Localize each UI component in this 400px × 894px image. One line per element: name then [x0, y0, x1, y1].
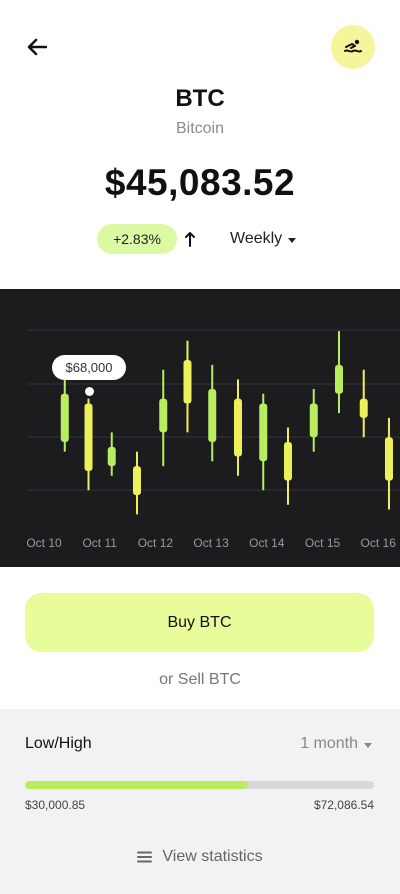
- chevron-down-icon: [364, 742, 372, 748]
- arrow-left-icon: [27, 38, 47, 56]
- candle-body: [132, 466, 141, 496]
- candle-body: [60, 393, 69, 443]
- x-tick-label: Oct 15: [305, 536, 341, 550]
- candlestick-chart: Oct 10 Oct 11 Oct 12 Oct 13 Oct 14 Oct 15 Oct …: [26, 329, 400, 550]
- candle-body: [283, 442, 292, 481]
- candle[interactable]: [233, 379, 242, 476]
- x-tick-label: Oct 12: [138, 536, 174, 550]
- candle[interactable]: [84, 398, 93, 491]
- arrow-up-icon: [182, 228, 198, 250]
- coin-name: Bitcoin: [175, 120, 225, 137]
- candle[interactable]: [359, 369, 368, 438]
- candle[interactable]: [183, 340, 192, 433]
- candle-body: [334, 364, 343, 394]
- price-change-badge: +2.83%: [97, 224, 177, 254]
- menu-lines-icon: [137, 851, 153, 863]
- x-tick-label: Oct 14: [249, 536, 285, 550]
- current-price: $45,083.52: [104, 162, 296, 203]
- period-dropdown[interactable]: Weekly: [230, 228, 297, 250]
- x-tick-label: Oct 10: [26, 536, 62, 550]
- buy-button[interactable]: Buy BTC: [25, 593, 374, 652]
- low-high-track: [25, 781, 374, 789]
- candle[interactable]: [132, 451, 141, 515]
- candle[interactable]: [60, 379, 69, 452]
- avatar[interactable]: [331, 25, 375, 69]
- candle-body: [259, 403, 268, 462]
- stats-panel: Low/High 1 month $30,000.85 $72,086.54 V…: [0, 709, 400, 894]
- x-tick-label: Oct 13: [193, 536, 229, 550]
- candle-body: [309, 403, 318, 438]
- chart-cursor-dot: [85, 387, 94, 396]
- back-button[interactable]: [22, 32, 52, 62]
- candle[interactable]: [208, 364, 217, 462]
- candle-body: [359, 398, 368, 418]
- swimmer-icon: [344, 39, 362, 53]
- period-label: Weekly: [230, 230, 283, 247]
- ticker-symbol: BTC: [175, 85, 225, 112]
- view-statistics-button[interactable]: View statistics: [0, 848, 400, 866]
- candle[interactable]: [384, 417, 393, 510]
- low-high-title: Low/High: [25, 735, 92, 752]
- candle[interactable]: [334, 331, 343, 414]
- candle[interactable]: [259, 393, 268, 491]
- candle-body: [183, 360, 192, 404]
- low-high-fill: [25, 781, 249, 789]
- candle[interactable]: [107, 432, 116, 476]
- x-tick-label: Oct 11: [82, 536, 117, 550]
- header: [0, 0, 400, 90]
- x-tick-label: Oct 16: [361, 536, 397, 550]
- candle[interactable]: [283, 427, 292, 505]
- chart-tooltip: $68,000: [52, 355, 126, 380]
- range-dropdown[interactable]: 1 month: [300, 735, 372, 753]
- low-value: $30,000.85: [25, 798, 86, 812]
- candle-body: [84, 403, 93, 471]
- candle-body: [208, 388, 217, 443]
- sell-link[interactable]: or Sell BTC: [0, 671, 400, 689]
- price-chart[interactable]: Oct 10 Oct 11 Oct 12 Oct 13 Oct 14 Oct 15 Oct …: [0, 289, 400, 567]
- range-label: 1 month: [300, 735, 358, 752]
- view-statistics-label: View statistics: [162, 848, 263, 865]
- high-value: $72,086.54: [313, 798, 374, 812]
- candle-body: [233, 398, 242, 457]
- candle[interactable]: [309, 388, 318, 452]
- candle-body: [384, 437, 393, 481]
- candle-body: [107, 446, 116, 467]
- chevron-down-icon: [288, 237, 297, 243]
- candle-body: [159, 398, 168, 433]
